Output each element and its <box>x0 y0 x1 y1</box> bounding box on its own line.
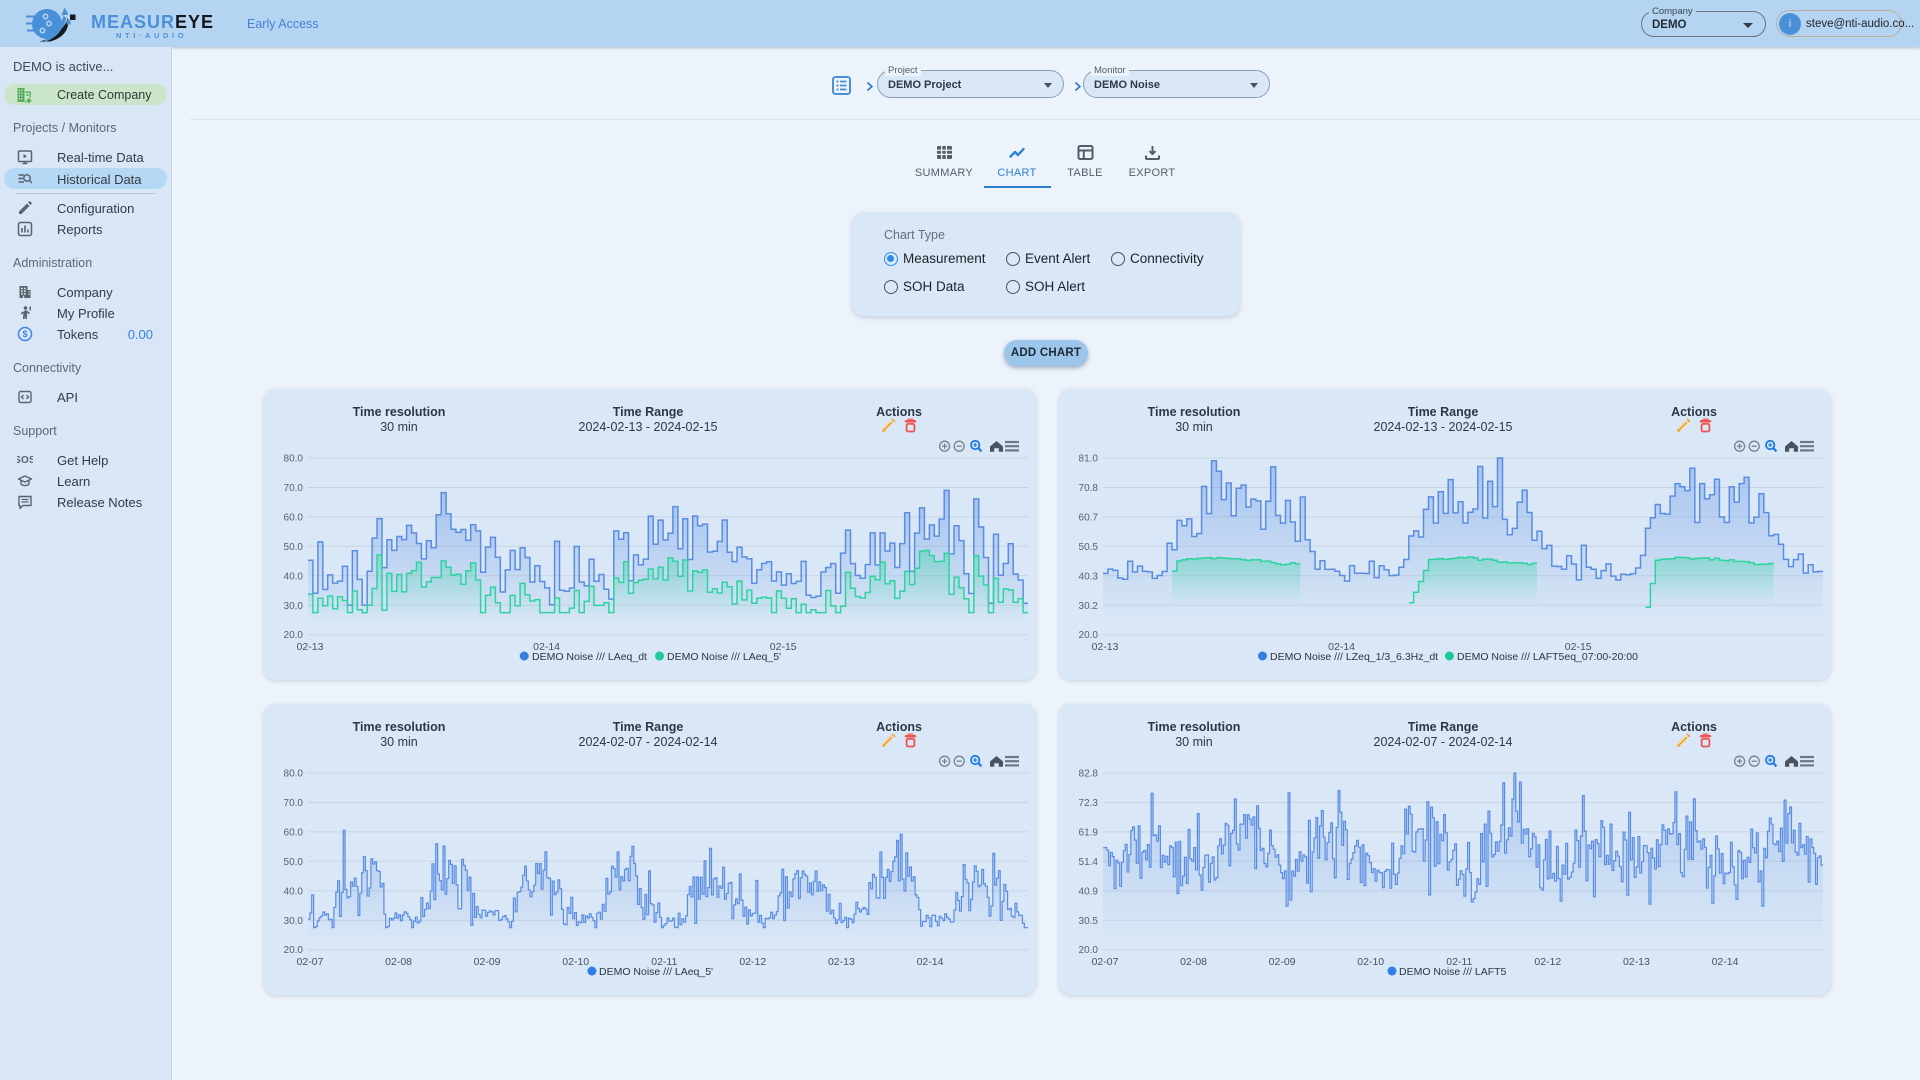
svg-text:40.9: 40.9 <box>1079 886 1099 897</box>
svg-text:02-14: 02-14 <box>1712 956 1739 968</box>
svg-text:DEMO Noise /// LAFT5: DEMO Noise /// LAFT5 <box>1399 966 1507 978</box>
svg-text:DEMO Noise /// LAeq_5': DEMO Noise /// LAeq_5' <box>667 651 781 663</box>
svg-text:20.0: 20.0 <box>284 630 304 641</box>
svg-text:02-09: 02-09 <box>1269 956 1296 968</box>
svg-text:72.3: 72.3 <box>1079 798 1099 809</box>
svg-text:02-07: 02-07 <box>297 956 324 968</box>
svg-text:DEMO Noise /// LAFT5eq_07:00-2: DEMO Noise /// LAFT5eq_07:00-20:00 <box>1457 651 1638 663</box>
svg-text:DEMO Noise /// LZeq_1/3_6.3Hz_: DEMO Noise /// LZeq_1/3_6.3Hz_dt <box>1270 651 1438 663</box>
svg-text:02-08: 02-08 <box>1180 956 1207 968</box>
svg-text:40.3: 40.3 <box>1079 571 1099 582</box>
svg-text:$: $ <box>22 329 27 339</box>
svg-text:20.0: 20.0 <box>284 945 304 956</box>
svg-text:02-14: 02-14 <box>917 956 944 968</box>
svg-text:02-13: 02-13 <box>1623 956 1650 968</box>
svg-text:51.4: 51.4 <box>1079 857 1099 868</box>
svg-text:02-13: 02-13 <box>828 956 855 968</box>
svg-text:70.8: 70.8 <box>1079 483 1099 494</box>
svg-text:SOS: SOS <box>17 455 33 466</box>
svg-text:02-08: 02-08 <box>385 956 412 968</box>
svg-text:30.5: 30.5 <box>1079 916 1099 927</box>
svg-text:30.2: 30.2 <box>1079 601 1099 612</box>
svg-text:02-13: 02-13 <box>297 641 324 653</box>
svg-text:61.9: 61.9 <box>1079 827 1099 838</box>
svg-text:60.0: 60.0 <box>284 827 304 838</box>
svg-text:02-12: 02-12 <box>1534 956 1561 968</box>
svg-text:02-09: 02-09 <box>474 956 501 968</box>
svg-text:70.0: 70.0 <box>284 798 304 809</box>
svg-text:20.0: 20.0 <box>1079 945 1099 956</box>
svg-text:60.7: 60.7 <box>1079 512 1099 523</box>
svg-text:02-07: 02-07 <box>1092 956 1119 968</box>
svg-text:60.0: 60.0 <box>284 512 304 523</box>
svg-text:70.0: 70.0 <box>284 483 304 494</box>
svg-text:02-12: 02-12 <box>739 956 766 968</box>
svg-text:40.0: 40.0 <box>284 571 304 582</box>
svg-text:80.0: 80.0 <box>284 769 304 780</box>
svg-text:DEMO Noise /// LAeq_5': DEMO Noise /// LAeq_5' <box>599 966 713 978</box>
svg-text:02-10: 02-10 <box>562 956 589 968</box>
svg-text:02-10: 02-10 <box>1357 956 1384 968</box>
svg-text:DEMO Noise /// LAeq_dt: DEMO Noise /// LAeq_dt <box>532 651 647 663</box>
svg-text:30.0: 30.0 <box>284 601 304 612</box>
svg-text:40.0: 40.0 <box>284 886 304 897</box>
svg-text:30.0: 30.0 <box>284 916 304 927</box>
svg-text:81.0: 81.0 <box>1079 454 1099 465</box>
svg-text:80.0: 80.0 <box>284 454 304 465</box>
svg-text:50.0: 50.0 <box>284 857 304 868</box>
svg-text:82.8: 82.8 <box>1079 769 1099 780</box>
svg-text:50.0: 50.0 <box>284 542 304 553</box>
svg-text:50.5: 50.5 <box>1079 542 1099 553</box>
svg-text:20.0: 20.0 <box>1079 630 1099 641</box>
svg-text:02-13: 02-13 <box>1092 641 1119 653</box>
